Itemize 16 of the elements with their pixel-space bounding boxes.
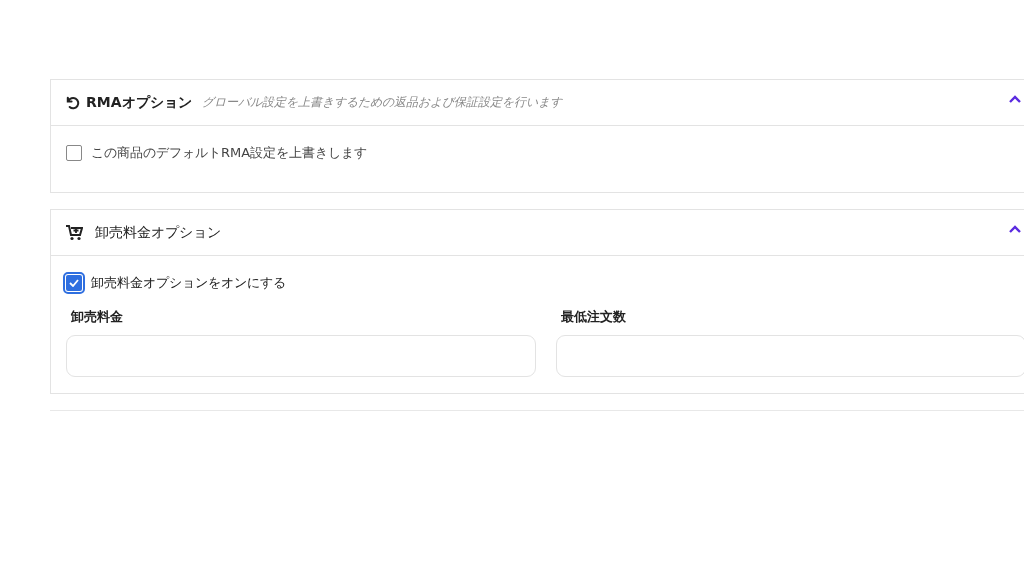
undo-icon <box>65 95 80 110</box>
field-label: 卸売料金 <box>71 308 124 326</box>
checkbox-label: この商品のデフォルトRMA設定を上書きします <box>91 144 368 162</box>
section-description: グローバル設定を上書きするための返品および保証設定を行います <box>201 94 562 111</box>
input-field[interactable] <box>66 335 536 377</box>
chevron-icon[interactable] <box>1009 94 1021 104</box>
input-field[interactable] <box>556 335 1024 377</box>
checkbox-label: 卸売料金オプションをオンにする <box>91 274 286 292</box>
field-label: 最低注文数 <box>561 308 627 326</box>
checkbox[interactable] <box>66 145 82 161</box>
section-title: 卸売料金オプション <box>95 223 221 242</box>
chevron-icon[interactable] <box>1009 224 1021 234</box>
cart-icon <box>65 224 83 241</box>
checkbox[interactable] <box>66 275 82 291</box>
check-icon <box>69 279 79 287</box>
section-title: RMAオプション <box>86 93 192 112</box>
